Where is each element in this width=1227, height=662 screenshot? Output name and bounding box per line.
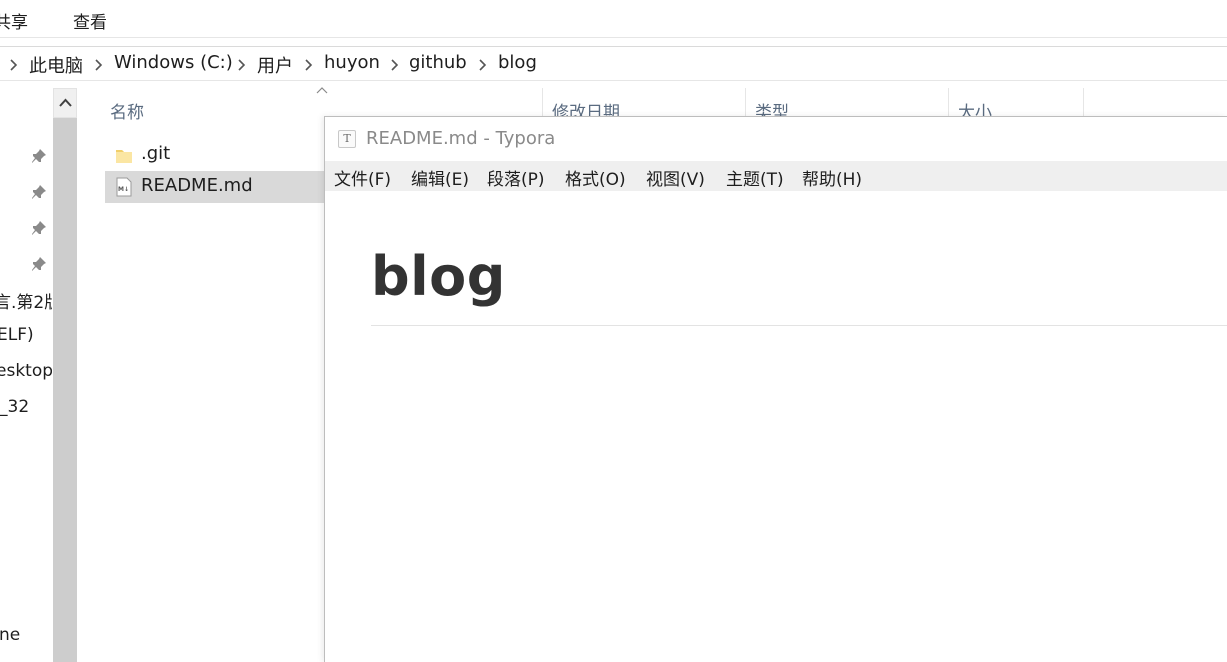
chevron-right-icon[interactable]	[93, 59, 103, 71]
menu-theme[interactable]: 主题(T)	[726, 165, 784, 190]
typora-window: T README.md - Typora 文件(F) 编辑(E) 段落(P) 格…	[324, 116, 1227, 662]
chevron-right-icon[interactable]	[477, 59, 487, 71]
file-row-readme[interactable]: M↓ README.md	[105, 171, 325, 203]
chevron-right-icon[interactable]	[389, 59, 399, 71]
window-title: README.md - Typora	[366, 128, 556, 149]
heading-divider	[371, 325, 1227, 326]
file-name: .git	[141, 143, 171, 164]
nav-item[interactable]: 言.第2版	[0, 288, 52, 313]
pin-icon[interactable]	[31, 184, 47, 200]
menu-edit[interactable]: 编辑(E)	[411, 165, 469, 190]
title-bar[interactable]: T README.md - Typora	[325, 117, 1227, 161]
column-header-name[interactable]: 名称	[110, 98, 144, 123]
menu-bar: 文件(F) 编辑(E) 段落(P) 格式(O) 视图(V) 主题(T) 帮助(H…	[325, 161, 1227, 191]
file-name: README.md	[141, 175, 253, 196]
address-bar[interactable]: 此电脑 Windows (C:) 用户 huyon github blog	[0, 46, 1227, 81]
ribbon-tab-share[interactable]: 共享	[0, 8, 28, 33]
nav-item[interactable]: _32	[0, 397, 29, 417]
breadcrumb-github[interactable]: github	[409, 52, 467, 73]
pin-icon[interactable]	[31, 148, 47, 164]
markdown-file-icon: M↓	[116, 177, 132, 197]
breadcrumb-windows-c[interactable]: Windows (C:)	[114, 52, 233, 73]
scroll-up-button[interactable]	[53, 88, 77, 118]
menu-file[interactable]: 文件(F)	[334, 165, 391, 190]
chevron-right-icon[interactable]	[303, 59, 313, 71]
file-row-git[interactable]: .git	[105, 139, 325, 171]
chevron-up-icon	[59, 98, 72, 107]
document-heading[interactable]: blog	[371, 245, 506, 308]
breadcrumb-users[interactable]: 用户	[257, 52, 293, 78]
scrollbar-thumb[interactable]	[53, 118, 77, 662]
nav-item[interactable]: ne	[0, 625, 20, 645]
chevron-right-icon[interactable]	[8, 59, 18, 71]
navigation-pane: 言.第2版 ELF) esktop _32 ne	[0, 88, 52, 662]
chevron-right-icon[interactable]	[236, 59, 246, 71]
nav-item[interactable]: esktop	[0, 361, 52, 381]
pin-icon[interactable]	[31, 256, 47, 272]
menu-format[interactable]: 格式(O)	[565, 165, 626, 190]
sort-up-icon	[316, 87, 328, 94]
menu-help[interactable]: 帮助(H)	[802, 165, 862, 190]
menu-view[interactable]: 视图(V)	[646, 165, 705, 190]
pin-icon[interactable]	[31, 220, 47, 236]
ribbon-tabs: 共享 查看	[0, 0, 1227, 38]
breadcrumb-blog[interactable]: blog	[498, 52, 537, 73]
breadcrumb-this-pc[interactable]: 此电脑	[29, 52, 83, 78]
file-explorer-window: 共享 查看 此电脑 Windows (C:) 用户 huyon github b…	[0, 0, 1227, 662]
folder-icon	[116, 150, 132, 163]
svg-text:M↓: M↓	[118, 186, 129, 193]
typora-app-icon: T	[338, 130, 356, 148]
ribbon-tab-view[interactable]: 查看	[73, 8, 107, 33]
nav-item[interactable]: ELF)	[0, 325, 34, 345]
menu-paragraph[interactable]: 段落(P)	[487, 165, 545, 190]
breadcrumb-huyon[interactable]: huyon	[324, 52, 380, 73]
nav-scrollbar[interactable]	[53, 88, 77, 662]
